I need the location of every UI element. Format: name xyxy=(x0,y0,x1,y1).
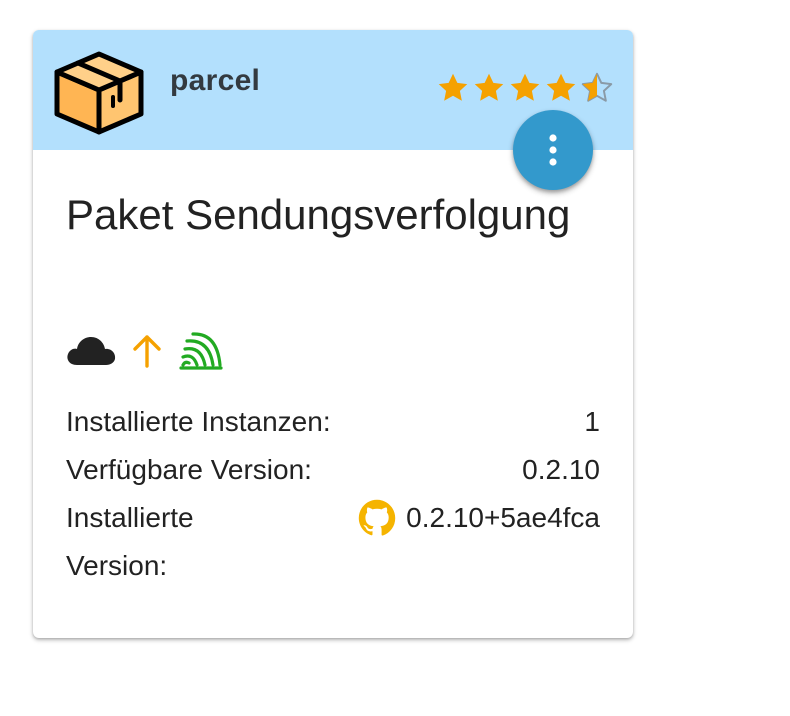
adapter-name: parcel xyxy=(170,64,261,97)
installed-instances-value: 1 xyxy=(584,406,600,437)
rating-stars xyxy=(435,70,615,106)
signal-icon xyxy=(179,332,223,370)
available-version-value: 0.2.10 xyxy=(522,454,600,485)
info-row-installed-instances: Installierte Instanzen: 1 xyxy=(66,398,600,446)
github-icon[interactable] xyxy=(358,499,396,537)
star-full-icon xyxy=(510,73,540,101)
info-row-available-version: Verfügbare Version: 0.2.10 xyxy=(66,446,600,494)
adapter-info: Installierte Instanzen: 1 Verfügbare Ver… xyxy=(66,398,600,590)
status-icons xyxy=(65,330,223,372)
installed-instances-label: Installierte Instanzen: xyxy=(66,406,331,437)
cloud-icon xyxy=(67,337,116,365)
more-options-button[interactable] xyxy=(513,110,593,190)
package-box-icon xyxy=(54,51,144,135)
info-row-installed-version: Installierte Version: 0.2.10+5ae4fca xyxy=(66,494,600,590)
adapter-card: parcel Paket Sendungsverfolgung Installi… xyxy=(33,30,633,638)
star-full-icon xyxy=(438,73,468,101)
arrow-up-icon xyxy=(133,335,161,368)
star-full-icon xyxy=(546,73,576,101)
installed-version-label: Installierte Version: xyxy=(66,502,194,581)
available-version-label: Verfügbare Version: xyxy=(66,454,312,485)
installed-version-value-group: 0.2.10+5ae4fca xyxy=(358,494,600,542)
installed-version-value: 0.2.10+5ae4fca xyxy=(406,502,600,533)
star-half-icon xyxy=(581,72,613,102)
adapter-title: Paket Sendungsverfolgung xyxy=(66,191,571,238)
star-full-icon xyxy=(474,73,504,101)
more-vertical-icon xyxy=(549,134,557,166)
